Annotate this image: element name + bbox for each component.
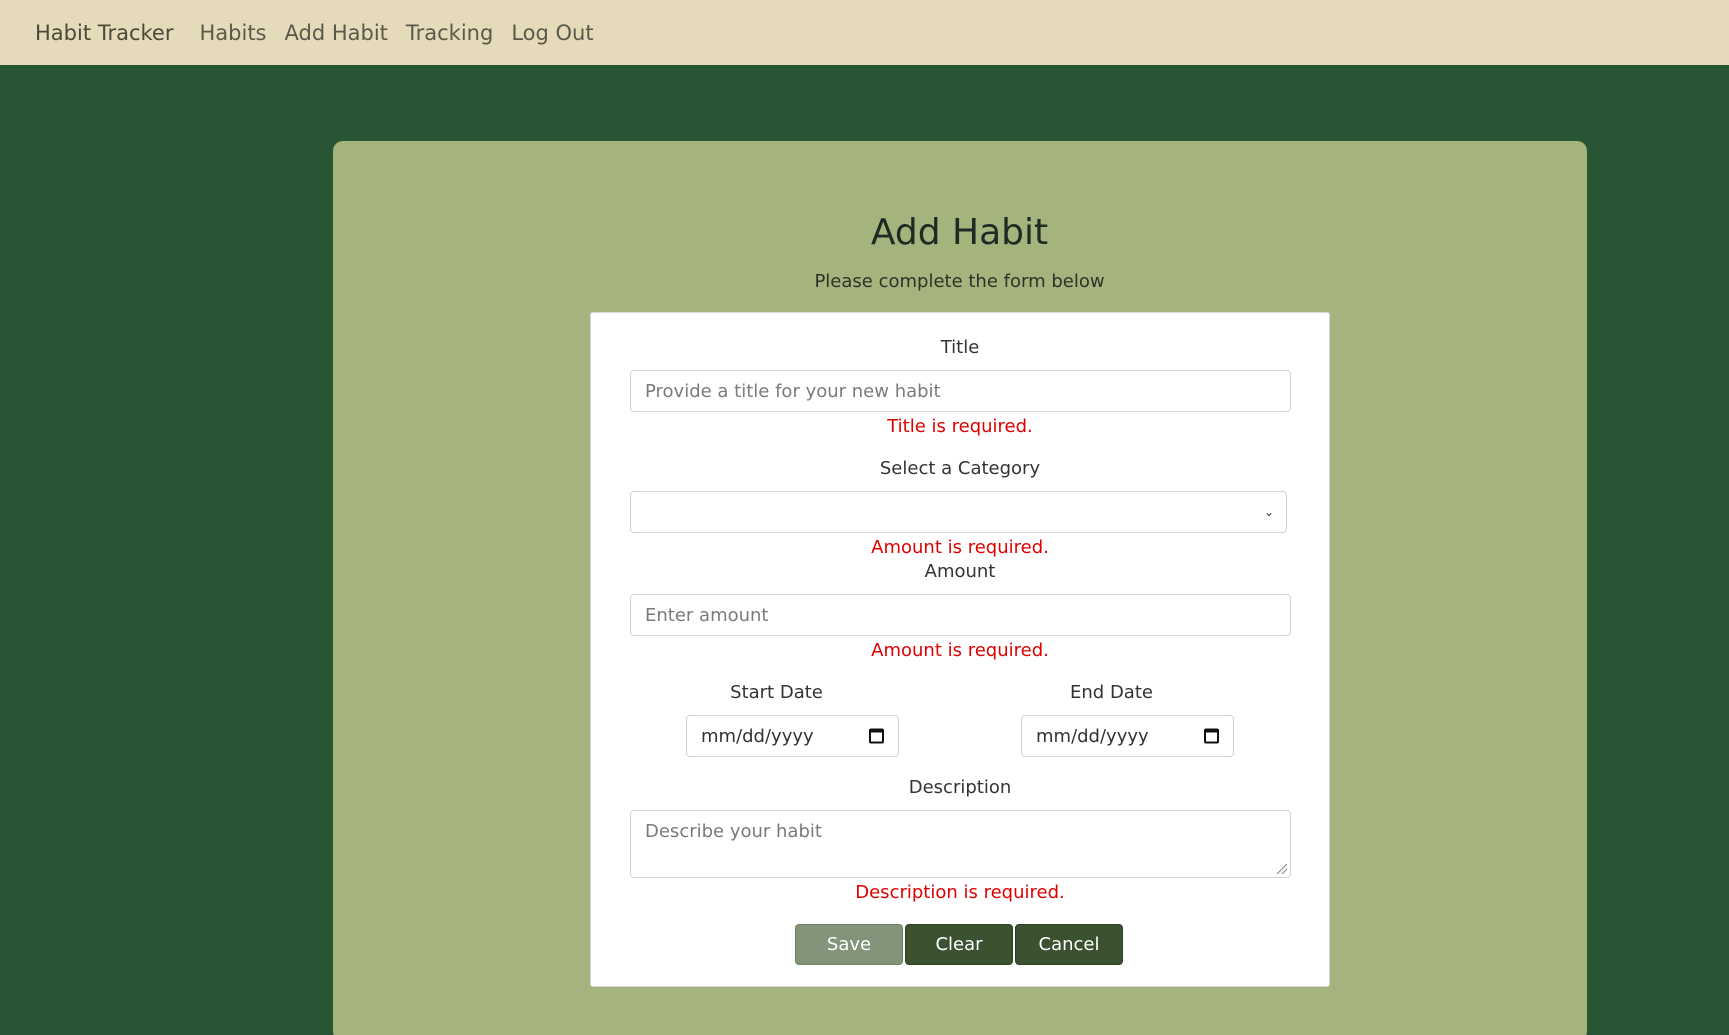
nav-link-add-habit[interactable]: Add Habit xyxy=(285,21,388,45)
title-input[interactable]: Provide a title for your new habit xyxy=(630,370,1291,412)
start-date-placeholder: mm/dd/yyyy xyxy=(701,725,814,747)
nav-link-habits[interactable]: Habits xyxy=(200,21,267,45)
title-label: Title xyxy=(940,337,980,358)
habit-form-card: Title Provide a title for your new habit… xyxy=(590,312,1330,987)
end-date-label: End Date xyxy=(1070,682,1153,703)
brand-link[interactable]: Habit Tracker xyxy=(35,21,174,45)
calendar-icon[interactable] xyxy=(869,728,884,744)
start-date-input[interactable]: mm/dd/yyyy xyxy=(686,715,899,757)
category-select[interactable]: ⌄ xyxy=(630,491,1287,533)
save-button[interactable]: Save xyxy=(795,924,903,965)
description-placeholder: Describe your habit xyxy=(645,821,822,842)
category-error: Amount is required. xyxy=(871,537,1049,558)
nav-link-log-out[interactable]: Log Out xyxy=(511,21,593,45)
description-label: Description xyxy=(908,777,1012,798)
amount-input-placeholder: Enter amount xyxy=(645,604,769,626)
chevron-down-icon: ⌄ xyxy=(1263,505,1274,519)
end-date-placeholder: mm/dd/yyyy xyxy=(1036,725,1149,747)
cancel-button[interactable]: Cancel xyxy=(1015,924,1123,965)
end-date-input[interactable]: mm/dd/yyyy xyxy=(1021,715,1234,757)
resize-handle-icon[interactable] xyxy=(1277,864,1287,874)
calendar-icon[interactable] xyxy=(1204,728,1219,744)
amount-input[interactable]: Enter amount xyxy=(630,594,1291,636)
title-input-placeholder: Provide a title for your new habit xyxy=(645,380,941,402)
page-title: Add Habit xyxy=(870,212,1049,253)
navbar: Habit Tracker Habits Add Habit Tracking … xyxy=(0,0,1729,65)
page-subtitle: Please complete the form below xyxy=(814,271,1105,292)
title-error: Title is required. xyxy=(887,416,1033,437)
amount-label: Amount xyxy=(924,561,996,582)
start-date-label: Start Date xyxy=(730,682,823,703)
nav-link-tracking[interactable]: Tracking xyxy=(406,21,493,45)
amount-error: Amount is required. xyxy=(871,640,1049,661)
description-textarea[interactable]: Describe your habit xyxy=(630,810,1291,878)
description-error: Description is required. xyxy=(855,882,1065,903)
clear-button[interactable]: Clear xyxy=(905,924,1013,965)
category-label: Select a Category xyxy=(879,458,1041,479)
